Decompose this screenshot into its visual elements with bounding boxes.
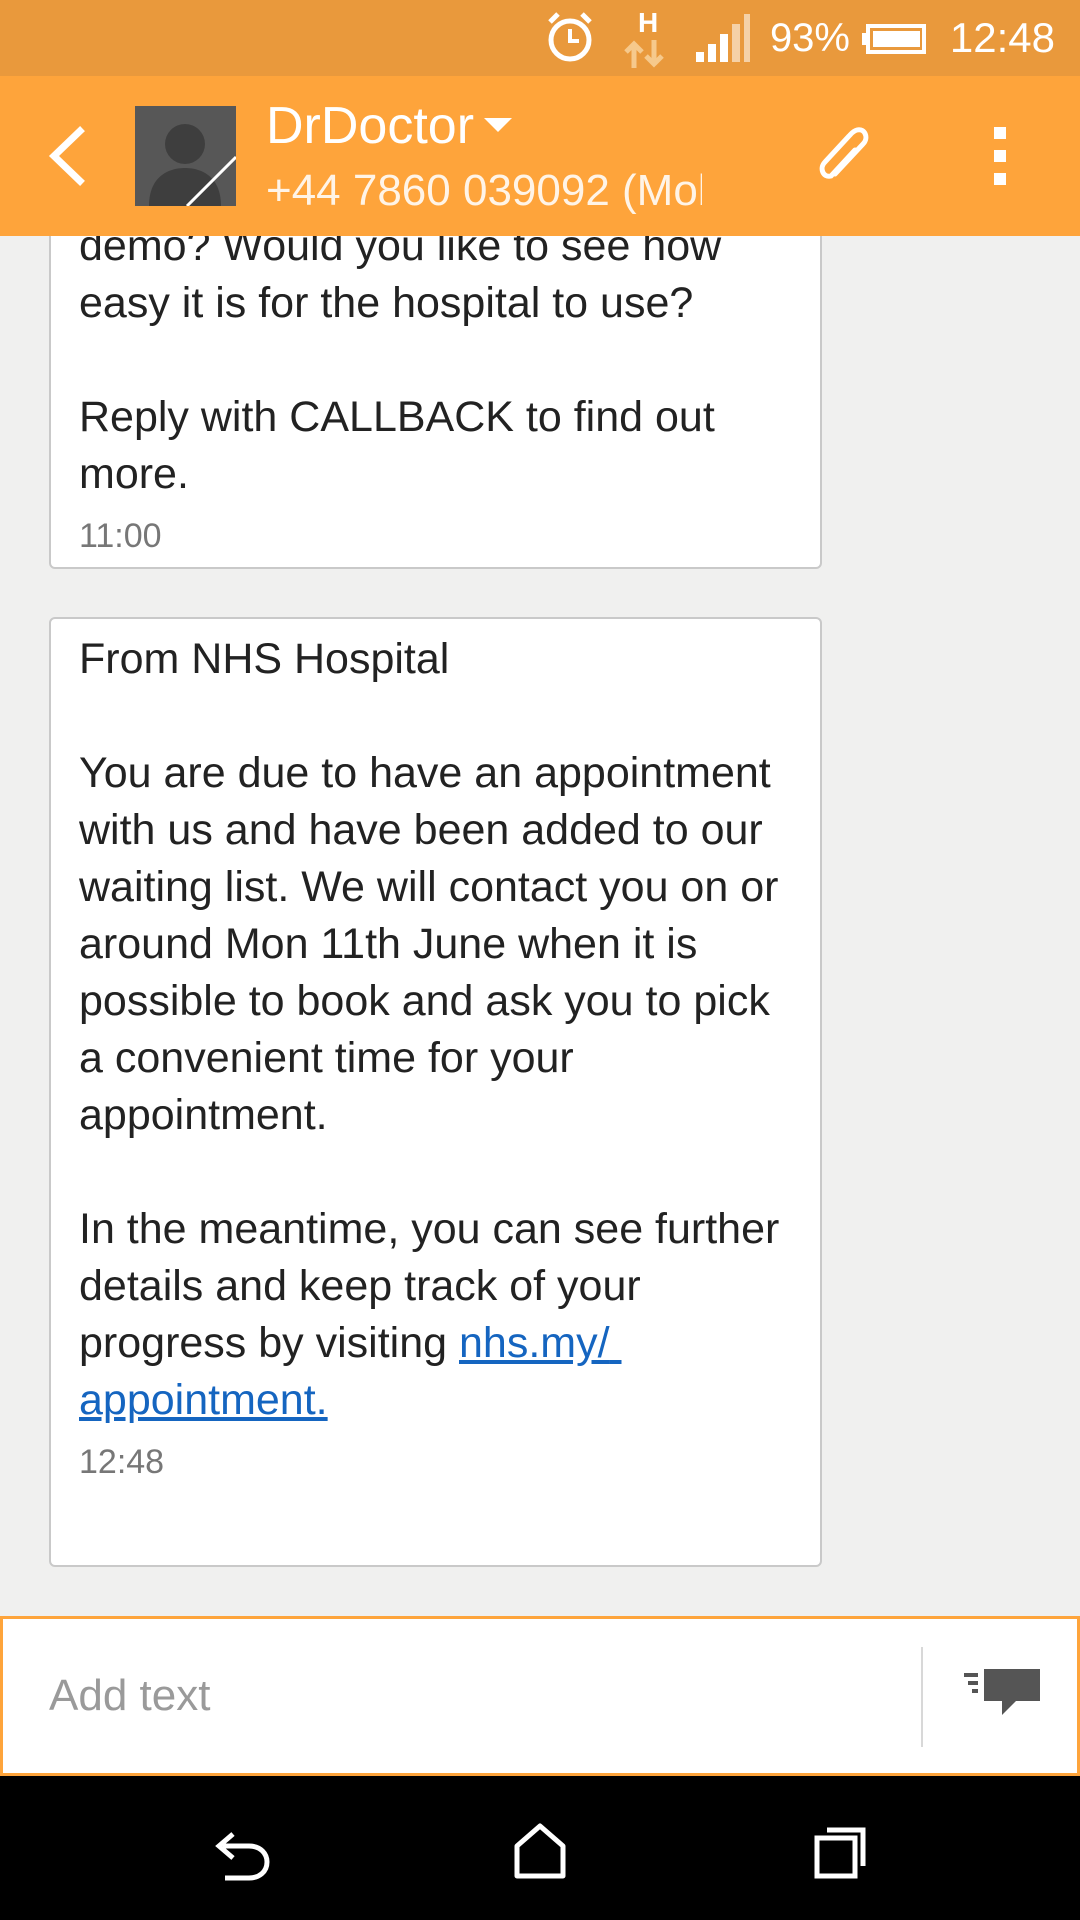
dropdown-caret-icon[interactable] (484, 118, 512, 132)
back-icon[interactable] (205, 1816, 275, 1886)
contact-name[interactable]: DrDoctor (266, 96, 474, 156)
battery-percent: 93% (769, 15, 850, 60)
data-arrows-icon: H (624, 7, 664, 68)
message-input[interactable] (47, 1635, 911, 1757)
message-text: From NHS Hospital You are due to have an… (79, 635, 780, 1367)
avatar-placeholder-icon (135, 106, 236, 206)
signal-icon (696, 14, 750, 62)
message-list[interactable]: demo? Would you like to see how easy it … (0, 236, 1080, 1616)
avatar[interactable] (135, 106, 236, 206)
battery-icon (862, 24, 926, 54)
message-body: demo? Would you like to see how easy it … (79, 236, 722, 498)
network-type-label: H (638, 7, 658, 38)
home-icon[interactable] (505, 1816, 575, 1886)
paperclip-icon[interactable] (805, 116, 885, 196)
message-body: From NHS Hospital You are due to have an… (79, 631, 792, 1429)
composer (0, 1616, 1080, 1776)
message-time: 11:00 (79, 517, 162, 555)
message-bubble[interactable]: From NHS Hospital You are due to have an… (49, 617, 822, 1567)
message-bubble[interactable]: demo? Would you like to see how easy it … (49, 236, 822, 569)
back-arrow-icon[interactable] (40, 121, 100, 191)
message-time: 12:48 (79, 1443, 165, 1481)
conversation-header: DrDoctor +44 7860 039092 (Mobile) (0, 76, 1080, 236)
composer-divider (921, 1647, 923, 1747)
more-vert-icon[interactable] (970, 121, 1030, 191)
contact-number: +44 7860 039092 (Mobile) (266, 166, 702, 215)
status-time: 12:48 (949, 14, 1055, 61)
status-bar: H 93% 12:48 (0, 0, 1080, 76)
recents-icon[interactable] (805, 1816, 875, 1886)
system-nav-bar (0, 1776, 1080, 1920)
send-message-icon[interactable] (958, 1659, 1048, 1729)
alarm-icon (548, 12, 592, 62)
